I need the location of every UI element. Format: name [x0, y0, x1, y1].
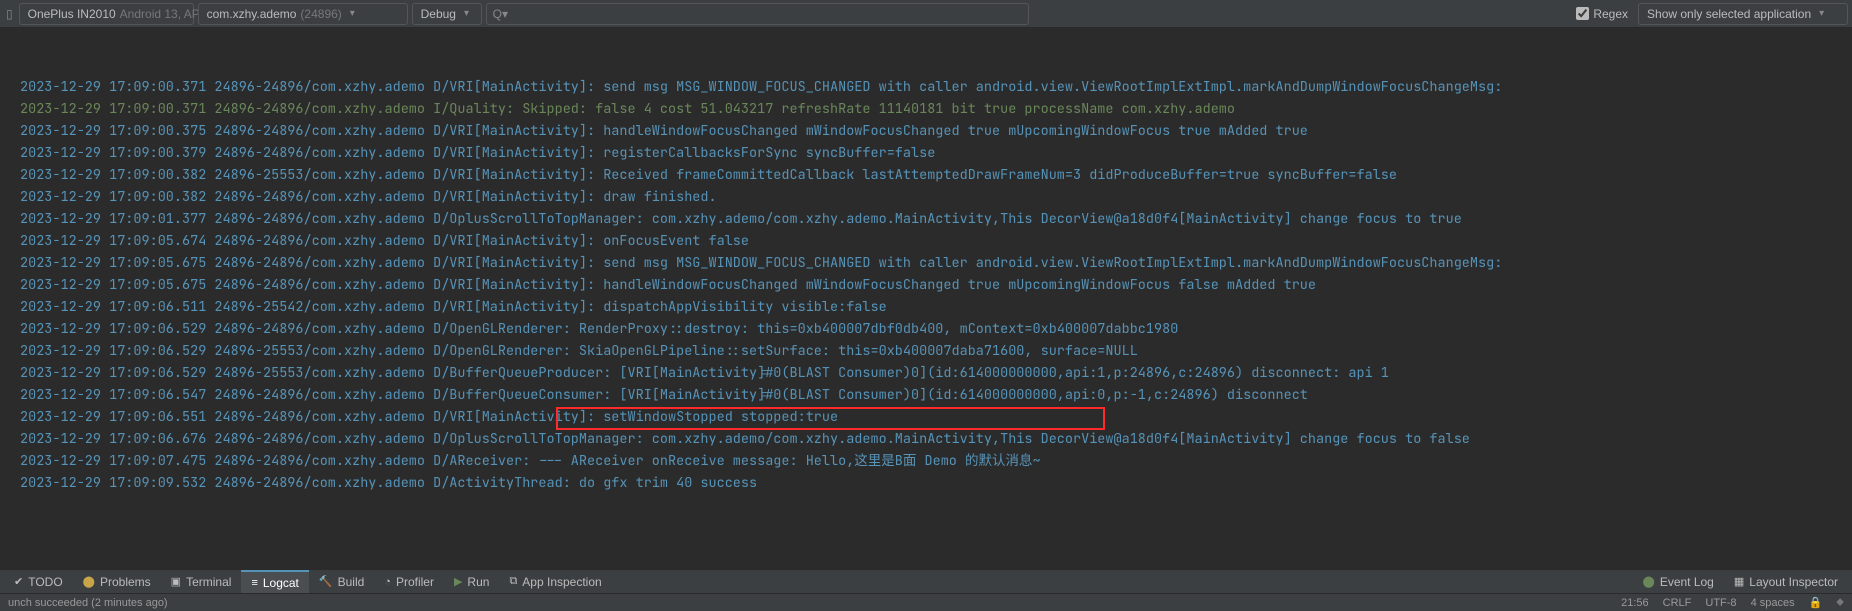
tab-label: App Inspection: [522, 575, 601, 589]
balloon-icon: ⬤: [1643, 575, 1655, 588]
log-line: 2023-12-29 17:09:00.382 24896-24896/com.…: [20, 186, 1852, 208]
tab-app-inspection[interactable]: ⧉ App Inspection: [499, 570, 611, 593]
search-icon: Q▾: [493, 7, 508, 21]
tab-label: Logcat: [263, 576, 299, 590]
tab-label: Event Log: [1660, 575, 1714, 589]
loglevel-label: Debug: [421, 7, 456, 21]
tab-logcat[interactable]: ≡ Logcat: [241, 570, 308, 593]
log-line: 2023-12-29 17:09:06.529 24896-24896/com.…: [20, 318, 1852, 340]
filter-label: Show only selected application: [1647, 7, 1811, 21]
status-line-col[interactable]: 21:56: [1621, 597, 1649, 609]
log-line: 2023-12-29 17:09:00.382 24896-25553/com.…: [20, 164, 1852, 186]
tab-label: Run: [467, 575, 489, 589]
log-line: 2023-12-29 17:09:00.371 24896-24896/com.…: [20, 98, 1852, 120]
inspection-icon: ⧉: [509, 575, 517, 588]
status-message: unch succeeded (2 minutes ago): [8, 597, 168, 609]
tab-build[interactable]: 🔨 Build: [309, 570, 374, 593]
log-line: 2023-12-29 17:09:00.371 24896-24896/com.…: [20, 76, 1852, 98]
search-input[interactable]: [512, 7, 1022, 21]
log-line: 2023-12-29 17:09:09.532 24896-24896/com.…: [20, 472, 1852, 494]
search-box[interactable]: Q▾: [486, 3, 1029, 25]
log-line: 2023-12-29 17:09:05.674 24896-24896/com.…: [20, 230, 1852, 252]
log-output[interactable]: 2023-12-29 17:09:00.371 24896-24896/com.…: [0, 28, 1852, 569]
log-line: 2023-12-29 17:09:06.551 24896-24896/com.…: [20, 406, 1852, 428]
logcat-icon: ≡: [251, 577, 257, 589]
log-line: 2023-12-29 17:09:06.547 24896-24896/com.…: [20, 384, 1852, 406]
run-icon: ▶: [454, 575, 462, 588]
log-line: 2023-12-29 17:09:07.475 24896-24896/com.…: [20, 450, 1852, 472]
status-encoding[interactable]: UTF-8: [1705, 597, 1736, 609]
log-line: 2023-12-29 17:09:06.529 24896-25553/com.…: [20, 340, 1852, 362]
process-pid: (24896): [300, 7, 341, 21]
tab-run[interactable]: ▶ Run: [444, 570, 499, 593]
log-line: 2023-12-29 17:09:06.529 24896-25553/com.…: [20, 362, 1852, 384]
status-bar: unch succeeded (2 minutes ago) 21:56 CRL…: [0, 593, 1852, 611]
log-line: 2023-12-29 17:09:06.511 24896-25542/com.…: [20, 296, 1852, 318]
log-line: 2023-12-29 17:09:05.675 24896-24896/com.…: [20, 252, 1852, 274]
bottom-tool-tabs: ✔ TODO ⬤ Problems ▣ Terminal ≡ Logcat 🔨 …: [0, 569, 1852, 593]
hammer-icon: 🔨: [319, 575, 333, 588]
layout-icon: ▦: [1734, 575, 1744, 588]
tab-terminal[interactable]: ▣ Terminal: [161, 570, 242, 593]
tab-profiler[interactable]: ◔ Profiler: [374, 570, 444, 593]
tab-problems[interactable]: ⬤ Problems: [73, 570, 161, 593]
log-line: 2023-12-29 17:09:00.379 24896-24896/com.…: [20, 142, 1852, 164]
tab-label: Problems: [100, 575, 151, 589]
status-extra-icon[interactable]: ⬥: [1836, 596, 1844, 609]
status-line-sep[interactable]: CRLF: [1663, 597, 1692, 609]
device-detail: Android 13, API: [120, 7, 203, 21]
device-icon: ▯: [6, 7, 13, 21]
profiler-icon: ◔: [384, 576, 391, 588]
tab-label: Terminal: [186, 575, 231, 589]
process-dropdown[interactable]: com.xzhy.ademo (24896): [198, 3, 408, 25]
log-line: 2023-12-29 17:09:01.377 24896-24896/com.…: [20, 208, 1852, 230]
regex-checkbox-input[interactable]: [1576, 7, 1589, 20]
status-indent[interactable]: 4 spaces: [1751, 597, 1795, 609]
lock-icon[interactable]: 🔒: [1809, 596, 1823, 609]
logcat-toolbar: ▯ OnePlus IN2010 Android 13, API com.xzh…: [0, 0, 1852, 28]
process-label: com.xzhy.ademo: [207, 7, 297, 21]
filter-dropdown[interactable]: Show only selected application: [1638, 3, 1848, 25]
log-line: 2023-12-29 17:09:00.375 24896-24896/com.…: [20, 120, 1852, 142]
check-icon: ✔: [14, 575, 23, 588]
tab-layout-inspector[interactable]: ▦ Layout Inspector: [1724, 575, 1848, 589]
tab-label: Profiler: [396, 575, 434, 589]
log-line: 2023-12-29 17:09:06.676 24896-24896/com.…: [20, 428, 1852, 450]
tab-label: TODO: [28, 575, 62, 589]
tab-todo[interactable]: ✔ TODO: [4, 570, 73, 593]
warning-icon: ⬤: [83, 575, 95, 588]
loglevel-dropdown[interactable]: Debug: [412, 3, 482, 25]
regex-checkbox[interactable]: Regex: [1576, 7, 1628, 21]
terminal-icon: ▣: [171, 575, 181, 588]
tab-label: Layout Inspector: [1749, 575, 1838, 589]
device-dropdown[interactable]: OnePlus IN2010 Android 13, API: [19, 3, 194, 25]
tab-label: Build: [338, 575, 365, 589]
log-line: 2023-12-29 17:09:05.675 24896-24896/com.…: [20, 274, 1852, 296]
device-label: OnePlus IN2010: [28, 7, 116, 21]
tab-event-log[interactable]: ⬤ Event Log: [1633, 575, 1724, 589]
regex-label: Regex: [1593, 7, 1628, 21]
